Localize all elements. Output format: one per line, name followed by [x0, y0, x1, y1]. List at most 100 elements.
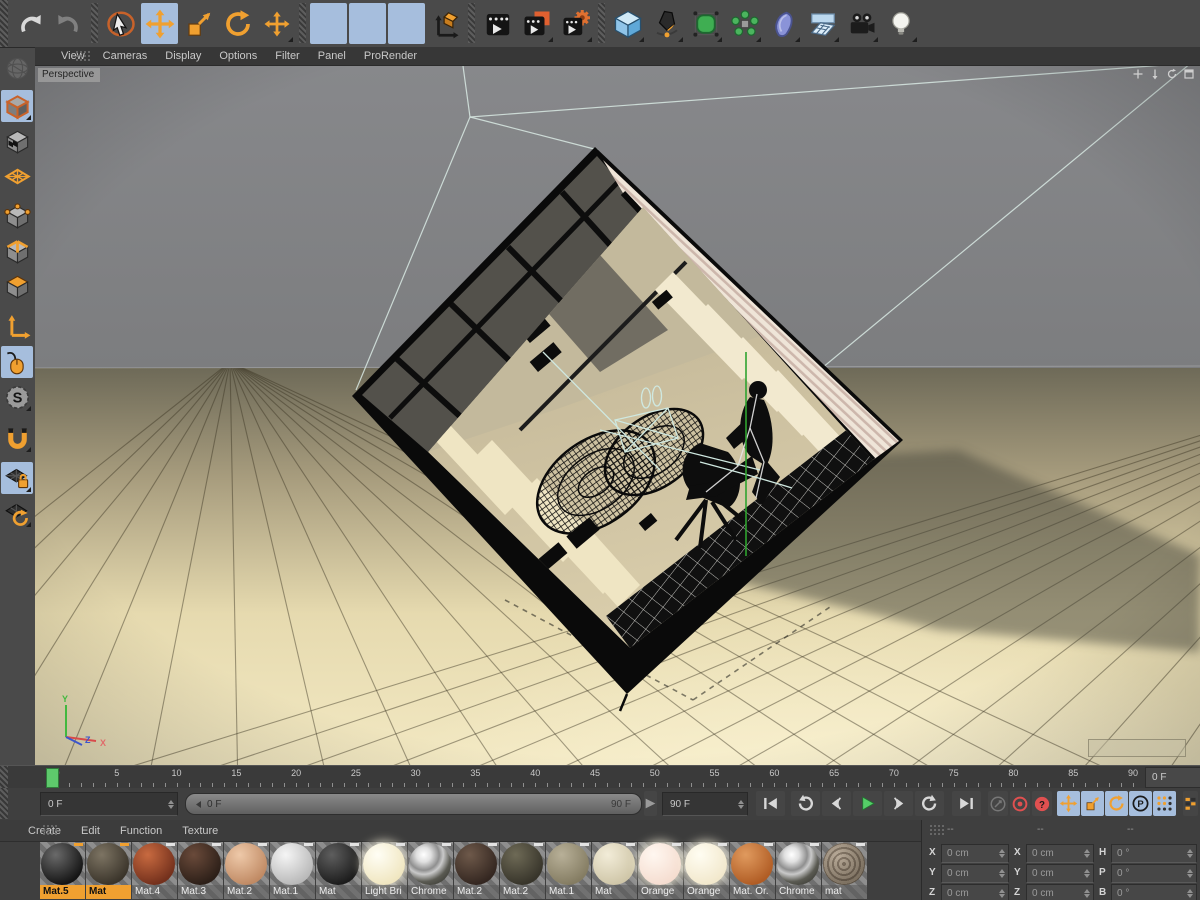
rotate-icon[interactable] — [219, 3, 256, 44]
material-tile[interactable]: Orange — [638, 842, 683, 899]
range-expand-button[interactable] — [644, 791, 657, 816]
snap-s-icon[interactable]: S — [1, 381, 33, 413]
menu-filter[interactable]: Filter — [275, 50, 299, 62]
material-preview-sphere[interactable] — [87, 843, 129, 885]
material-tile[interactable]: Mat.2 — [500, 842, 545, 899]
coords-field[interactable]: 0 ° — [1111, 844, 1197, 863]
goto-end-icon[interactable] — [952, 791, 981, 816]
scale-icon[interactable] — [180, 3, 217, 44]
lock-x-icon[interactable] — [310, 3, 347, 44]
material-menu-edit[interactable]: Edit — [81, 825, 100, 837]
coords-header[interactable]: -- — [1037, 824, 1044, 835]
zoom-view-icon[interactable] — [1148, 67, 1162, 81]
coords-field[interactable]: 0 ° — [1111, 884, 1197, 900]
magnet-snap-icon[interactable] — [1, 422, 33, 454]
material-preview-sphere[interactable] — [593, 843, 635, 885]
material-tile[interactable]: mat — [822, 842, 867, 899]
menu-prorender[interactable]: ProRender — [364, 50, 417, 62]
perspective-viewport[interactable]: Y X Z Perspective — [35, 66, 1200, 765]
goto-start-icon[interactable] — [756, 791, 785, 816]
render-picture-viewer-icon[interactable] — [518, 3, 555, 44]
record-keyframe-icon[interactable] — [1010, 791, 1030, 816]
material-preview-sphere[interactable] — [41, 843, 83, 885]
material-preview-sphere[interactable] — [685, 843, 727, 885]
material-tile[interactable]: Mat.4 — [132, 842, 177, 899]
mouse-tweak-icon[interactable] — [1, 346, 33, 378]
material-tile[interactable]: Mat. Or. — [730, 842, 775, 899]
menu-display[interactable]: Display — [165, 50, 201, 62]
menu-cameras[interactable]: Cameras — [103, 50, 148, 62]
coords-field[interactable]: 0 cm — [941, 844, 1009, 863]
frame-field[interactable]: 0 F — [40, 792, 178, 816]
timeline-ruler[interactable]: 051015202530354045505560657075808590 0 F — [0, 765, 1200, 790]
polygons-mode-icon[interactable] — [1, 270, 33, 302]
material-tile[interactable]: Mat.2 — [454, 842, 499, 899]
material-preview-sphere[interactable] — [225, 843, 267, 885]
material-preview-sphere[interactable] — [455, 843, 497, 885]
coord-system-icon[interactable] — [427, 3, 464, 44]
material-tile[interactable]: Mat — [592, 842, 637, 899]
last-tool-icon[interactable] — [258, 3, 295, 44]
material-tile[interactable]: Chrome — [776, 842, 821, 899]
material-preview-sphere[interactable] — [547, 843, 589, 885]
live-selection-icon[interactable] — [102, 3, 139, 44]
material-preview-sphere[interactable] — [363, 843, 405, 885]
material-preview-sphere[interactable] — [179, 843, 221, 885]
floor-environment-icon[interactable] — [804, 3, 841, 44]
material-tile[interactable]: Mat.2 — [224, 842, 269, 899]
material-preview-sphere[interactable] — [639, 843, 681, 885]
material-tile[interactable]: Mat — [86, 842, 131, 899]
coords-field[interactable]: 0 cm — [941, 864, 1009, 883]
lock-workplane-icon[interactable] — [1, 462, 33, 494]
next-key-icon[interactable] — [884, 791, 913, 816]
material-tile[interactable]: Mat.1 — [546, 842, 591, 899]
move-icon[interactable] — [141, 3, 178, 44]
material-preview-sphere[interactable] — [271, 843, 313, 885]
transport-grip[interactable] — [0, 788, 8, 819]
model-mode-icon[interactable] — [1, 90, 33, 122]
toolbar-grip[interactable] — [0, 0, 8, 47]
key-position-icon[interactable] — [1057, 791, 1080, 816]
menu-panel[interactable]: Panel — [318, 50, 346, 62]
key-pla-icon[interactable] — [1153, 791, 1176, 816]
workplane-mode-icon[interactable] — [1, 160, 33, 192]
key-rotation-icon[interactable] — [1105, 791, 1128, 816]
camera-icon[interactable] — [843, 3, 880, 44]
current-frame-box[interactable]: 0 F — [1145, 767, 1200, 788]
texture-mode-icon[interactable] — [1, 125, 33, 157]
track-panel-icon[interactable] — [1183, 791, 1198, 816]
coords-field[interactable]: 0 cm — [1026, 844, 1094, 863]
material-menu-grip[interactable] — [42, 824, 58, 836]
material-preview-sphere[interactable] — [501, 843, 543, 885]
material-tile[interactable]: Mat.5 — [40, 842, 85, 899]
coords-field[interactable]: 0 cm — [941, 884, 1009, 900]
material-tile[interactable]: Mat.3 — [178, 842, 223, 899]
render-settings-icon[interactable] — [557, 3, 594, 44]
material-menu-function[interactable]: Function — [120, 825, 162, 837]
pan-view-icon[interactable] — [1131, 67, 1145, 81]
array-generator-icon[interactable] — [726, 3, 763, 44]
coords-field[interactable]: 0 cm — [1026, 864, 1094, 883]
edges-mode-icon[interactable] — [1, 235, 33, 267]
end-frame-stepper[interactable] — [735, 800, 747, 809]
menu-options[interactable]: Options — [219, 50, 257, 62]
ruler-grip[interactable] — [0, 766, 8, 788]
lock-z-icon[interactable] — [388, 3, 425, 44]
material-tile[interactable]: Chrome — [408, 842, 453, 899]
coords-field[interactable]: 0 ° — [1111, 864, 1197, 883]
toggle-view-icon[interactable] — [1182, 67, 1196, 81]
record-disabled-icon[interactable] — [988, 791, 1008, 816]
preview-range-slider[interactable]: 0 F 90 F — [185, 793, 642, 815]
material-preview-sphere[interactable] — [777, 843, 819, 885]
material-menu-texture[interactable]: Texture — [182, 825, 218, 837]
convert-icon[interactable] — [1, 52, 33, 84]
points-mode-icon[interactable] — [1, 200, 33, 232]
coords-header[interactable]: -- — [1127, 824, 1134, 835]
rotate-view-icon[interactable] — [1165, 67, 1179, 81]
material-preview-sphere[interactable] — [823, 843, 865, 885]
coords-field[interactable]: 0 cm — [1026, 884, 1094, 900]
subdivision-surface-icon[interactable] — [687, 3, 724, 44]
undo-icon[interactable] — [11, 3, 48, 44]
coords-header[interactable]: -- — [947, 824, 954, 835]
play-backward-icon[interactable] — [791, 791, 820, 816]
